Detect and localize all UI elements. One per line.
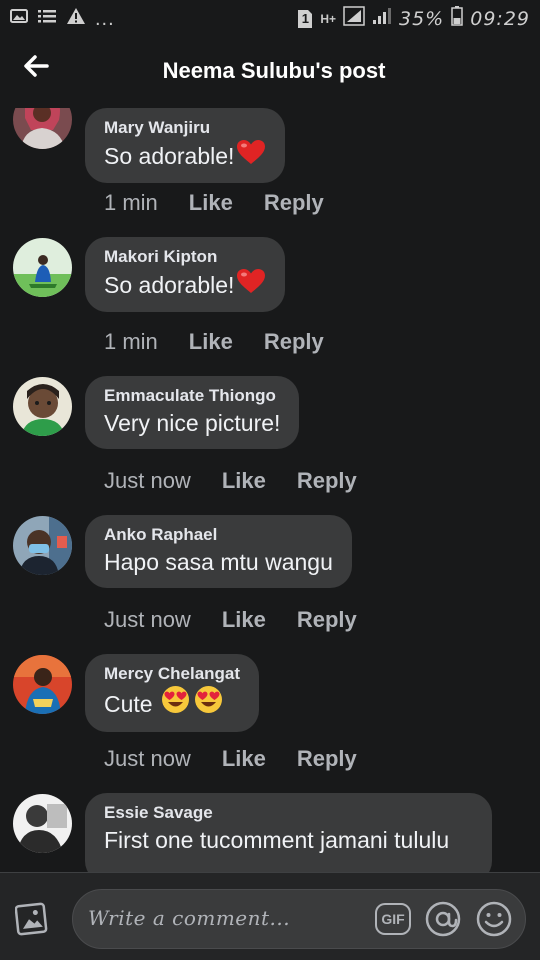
smiley-icon — [476, 901, 512, 941]
comment-time[interactable]: Just now — [104, 607, 191, 633]
image-icon — [10, 8, 28, 29]
heart-eyes-icon — [161, 685, 190, 722]
like-button[interactable]: Like — [222, 746, 266, 772]
reply-button[interactable]: Reply — [297, 607, 357, 633]
reply-button[interactable]: Reply — [297, 468, 357, 494]
signal-bars-icon — [372, 7, 392, 30]
comment-meta: 1 min Like Reply — [104, 329, 324, 355]
reply-button[interactable]: Reply — [264, 190, 324, 216]
comment-text: So adorable! — [104, 268, 266, 302]
comment-author[interactable]: Mercy Chelangat — [104, 663, 240, 685]
comment-bubble[interactable]: Anko Raphael Hapo sasa mtu wangu — [85, 515, 352, 588]
comment-placeholder: Write a comment... — [88, 906, 291, 930]
avatar[interactable] — [13, 794, 72, 853]
reply-button[interactable]: Reply — [297, 746, 357, 772]
comment-bubble[interactable]: Mercy Chelangat Cute — [85, 654, 260, 732]
network-type: H+ — [320, 11, 336, 26]
comments-list[interactable]: Mary Wanjiru So adorable! 1 min Like Rep… — [0, 108, 540, 872]
comment-time[interactable]: Just now — [104, 746, 191, 772]
avatar[interactable] — [13, 655, 72, 714]
comment-input[interactable]: Write a comment... GIF — [72, 889, 526, 949]
red-heart-icon — [236, 139, 266, 173]
emoji-button[interactable] — [476, 901, 512, 937]
page-title: Neema Sulubu's post — [162, 58, 386, 83]
battery-icon — [451, 6, 463, 31]
like-button[interactable]: Like — [189, 190, 233, 216]
comment-bubble[interactable]: Essie Savage First one tucomment jamani … — [85, 793, 492, 872]
sim-icon: 1 — [297, 9, 313, 29]
sim-label: 1 — [301, 10, 309, 26]
avatar[interactable] — [13, 108, 72, 149]
photo-icon — [14, 902, 53, 941]
at-icon — [425, 901, 461, 941]
comment-text-content: First one tucomment jamani tululu — [104, 827, 450, 853]
comment-author[interactable]: Mary Wanjiru — [104, 117, 266, 139]
like-button[interactable]: Like — [222, 607, 266, 633]
comment-meta: Just now Like Reply — [104, 746, 357, 772]
comment-text: Hapo sasa mtu wangu — [104, 546, 333, 578]
status-bar: ... 1 H+ 35% 09:29 — [0, 0, 540, 36]
signal-icon — [343, 6, 365, 31]
comment-time[interactable]: 1 min — [104, 190, 158, 216]
comment-text-content: Very nice picture! — [104, 410, 281, 436]
comment-meta: Just now Like Reply — [104, 607, 357, 633]
comment-text-content: So adorable! — [104, 143, 235, 169]
comment-bubble[interactable]: Makori Kipton So adorable! — [85, 237, 286, 312]
comment-text-content: Cute — [104, 690, 153, 717]
comment-bubble[interactable]: Emmaculate Thiongo Very nice picture! — [85, 376, 300, 449]
heart-eyes-icon — [194, 685, 223, 722]
comment-text-content: So adorable! — [104, 272, 235, 298]
comment-author[interactable]: Essie Savage — [104, 802, 473, 824]
comment-text: First one tucomment jamani tululu — [104, 824, 473, 856]
battery-percent: 35% — [399, 7, 445, 30]
list-icon — [37, 8, 57, 29]
comment-composer: Write a comment... GIF — [0, 872, 540, 960]
comment-author[interactable]: Emmaculate Thiongo — [104, 385, 280, 407]
post-header: Neema Sulubu's post — [0, 36, 540, 108]
comment-text: So adorable! — [104, 139, 266, 173]
status-bar-left: ... — [10, 7, 115, 30]
gif-button[interactable]: GIF — [375, 903, 411, 935]
comment-author[interactable]: Makori Kipton — [104, 246, 266, 268]
red-heart-icon — [236, 268, 266, 302]
status-overflow-dots: ... — [95, 7, 115, 30]
comment-meta: Just now Like Reply — [104, 468, 357, 494]
comment-author[interactable]: Anko Raphael — [104, 524, 333, 546]
avatar[interactable] — [13, 377, 72, 436]
clock: 09:29 — [470, 7, 530, 30]
avatar[interactable] — [13, 238, 72, 297]
comment-bubble[interactable]: Mary Wanjiru So adorable! — [85, 108, 286, 183]
avatar[interactable] — [13, 516, 72, 575]
mention-button[interactable] — [425, 901, 461, 937]
comment-text: Cute — [104, 685, 240, 722]
warning-icon — [66, 7, 86, 30]
photo-button[interactable] — [14, 901, 53, 937]
comment-time[interactable]: Just now — [104, 468, 191, 494]
status-bar-right: 1 H+ 35% 09:29 — [297, 6, 530, 31]
comment-text: Very nice picture! — [104, 407, 280, 439]
like-button[interactable]: Like — [189, 329, 233, 355]
comment-text-content: Hapo sasa mtu wangu — [104, 549, 333, 575]
comment-meta: 1 min Like Reply — [104, 190, 324, 216]
comment-time[interactable]: 1 min — [104, 329, 158, 355]
like-button[interactable]: Like — [222, 468, 266, 494]
reply-button[interactable]: Reply — [264, 329, 324, 355]
